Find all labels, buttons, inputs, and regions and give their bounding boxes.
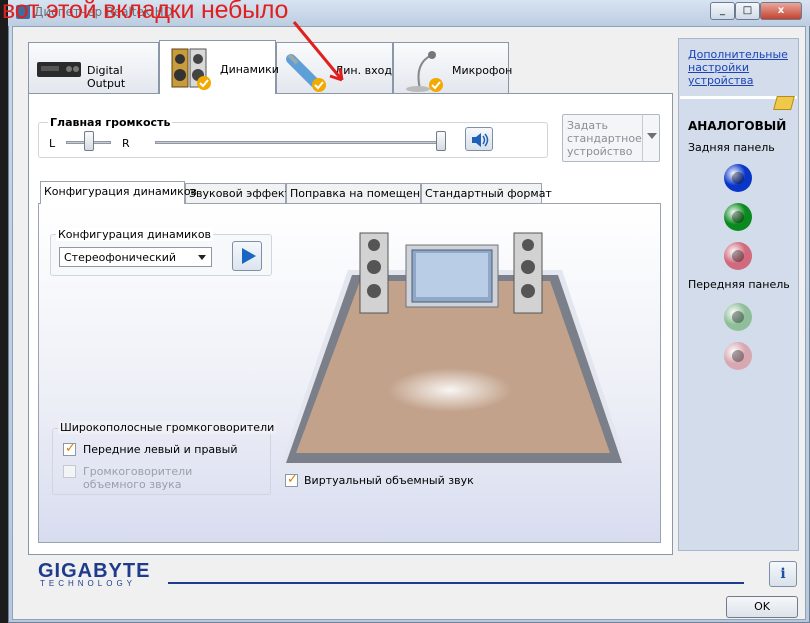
- subtab-default-format[interactable]: Стандартный формат: [421, 183, 552, 203]
- rear-jack-blue[interactable]: [724, 164, 752, 192]
- front-left-right-checkbox[interactable]: [63, 441, 76, 456]
- tab-label: Digital Output: [87, 64, 126, 90]
- rear-panel-label: Задняя панель: [688, 141, 775, 154]
- red-annotation-arrow: [292, 21, 344, 82]
- balance-slider-thumb[interactable]: [84, 131, 94, 151]
- rear-jack-green[interactable]: [724, 203, 752, 231]
- right-speaker-icon: [513, 232, 543, 314]
- balance-right-label: R: [122, 137, 130, 150]
- left-speaker-icon: [359, 232, 389, 314]
- bottom-divider: [168, 582, 744, 584]
- subtab-sound-effect[interactable]: Звуковой эффект: [185, 183, 291, 203]
- volume-slider-track[interactable]: [155, 141, 445, 144]
- analog-title: АНАЛОГОВЫЙ: [688, 119, 787, 133]
- fullrange-speakers-label: Широкополосные громкоговорители: [58, 421, 277, 434]
- front-jack-pink[interactable]: [724, 342, 752, 370]
- tab-digital-output[interactable]: Digital Output: [28, 42, 159, 93]
- subtab-room-correction[interactable]: Поправка на помещение: [286, 183, 434, 203]
- front-jack-green[interactable]: [724, 303, 752, 331]
- tab-speakers[interactable]: Динамики: [159, 40, 279, 94]
- microphone-icon: [406, 51, 443, 92]
- subtab-speaker-config[interactable]: Конфигурация динамиков: [40, 181, 197, 204]
- speaker-volume-icon: [472, 133, 489, 147]
- mute-button[interactable]: [465, 127, 493, 151]
- surround-speakers-label[interactable]: Громкоговорители объемного звука: [83, 465, 253, 491]
- digital-output-device-icon: [37, 62, 81, 77]
- main-volume-label: Главная громкость: [48, 116, 173, 129]
- surround-speakers-checkbox[interactable]: [63, 465, 76, 478]
- set-default-dropdown-arrow[interactable]: [642, 114, 660, 162]
- maximize-button[interactable]: □: [735, 2, 760, 20]
- virtual-surround-label[interactable]: Виртуальный объемный звук: [304, 474, 474, 487]
- tab-label: Микрофон: [452, 64, 513, 77]
- folder-icon[interactable]: [773, 96, 795, 110]
- volume-slider-thumb[interactable]: [436, 131, 446, 151]
- gigabyte-technology-label: TECHNOLOGY: [40, 579, 137, 588]
- front-left-right-label[interactable]: Передние левый и правый: [83, 443, 238, 456]
- ok-button[interactable]: OK: [726, 596, 798, 618]
- speaker-config-select[interactable]: Стереофонический: [59, 247, 212, 267]
- tab-microphone[interactable]: Микрофон: [393, 42, 513, 93]
- close-button[interactable]: x: [760, 2, 802, 20]
- info-button[interactable]: i: [769, 561, 797, 587]
- balance-left-label: L: [49, 137, 56, 150]
- advanced-device-settings-link[interactable]: Дополнительные настройки устройства: [688, 48, 792, 87]
- set-default-device-label: Задать стандартное устройство: [567, 119, 642, 158]
- rear-jack-pink[interactable]: [724, 242, 752, 270]
- tab-label: Динамики: [220, 63, 279, 76]
- front-panel-label: Передняя панель: [688, 278, 790, 291]
- device-side-panel: [678, 38, 799, 551]
- red-annotation-text: вот этой вкладки небыло: [2, 0, 289, 24]
- speakers-icon: [171, 48, 211, 90]
- play-test-button[interactable]: [232, 241, 262, 271]
- tv-monitor-icon: [405, 244, 499, 308]
- speaker-config-label: Конфигурация динамиков: [56, 228, 214, 241]
- room-illustration[interactable]: [280, 225, 630, 470]
- minimize-button[interactable]: _: [710, 2, 735, 20]
- virtual-surround-checkbox[interactable]: [285, 472, 298, 487]
